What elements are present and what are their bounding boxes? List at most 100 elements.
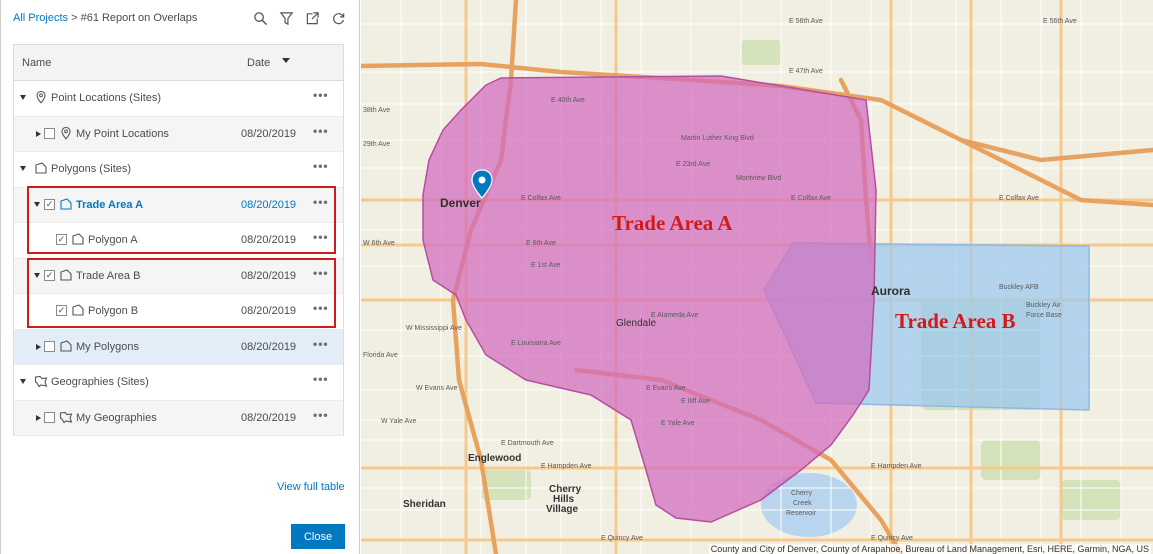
more-options-button[interactable]: ••• [313,124,329,138]
street-label: E 6th Ave [526,240,556,247]
column-header-name[interactable]: Name [22,57,51,69]
collapse-chevron-icon[interactable] [34,201,40,207]
expand-chevron-icon[interactable] [36,130,41,137]
view-full-table-link[interactable]: View full table [277,481,345,493]
row-date: 08/20/2019 [241,198,297,211]
layer-checkbox-checked[interactable]: ✓ [56,305,67,316]
street-label: 38th Ave [363,107,391,114]
street-label: W 6th Ave [363,240,395,247]
expand-chevron-icon[interactable] [36,343,41,350]
export-button[interactable] [303,9,321,27]
more-options-button[interactable]: ••• [313,230,329,244]
layer-checkbox-checked[interactable]: ✓ [44,198,55,210]
breadcrumb: All Projects > #61 Report on Overlaps [13,12,197,24]
table-row-polygon-b[interactable]: ✓ Polygon B 08/20/2019 ••• [14,294,343,330]
collapse-chevron-icon[interactable] [20,379,26,384]
more-options-button[interactable]: ••• [313,266,329,280]
trade-area-a-title: Trade Area A [612,211,733,235]
table-row-my-geographies[interactable]: My Geographies 08/20/2019 ••• [14,400,343,436]
breadcrumb-all-projects-link[interactable]: All Projects [13,12,68,24]
street-label: W Evans Ave [416,385,458,392]
close-button[interactable]: Close [291,524,345,549]
export-icon [306,11,319,24]
street-label: 29th Ave [363,141,391,148]
city-label-glendale: Glendale [616,318,657,329]
street-label: E 56th Ave [789,18,823,25]
polygon-icon [71,303,85,317]
city-label-denver: Denver [440,196,481,210]
layer-checkbox-checked[interactable]: ✓ [56,234,67,245]
more-options-button[interactable]: ••• [313,301,329,315]
more-options-button[interactable]: ••• [313,408,329,422]
table-row-geographies-group[interactable]: Geographies (Sites) ••• [14,365,343,401]
street-label: E 56th Ave [1043,18,1077,25]
more-options-button[interactable]: ••• [313,159,329,173]
column-header-date[interactable]: Date [247,57,270,69]
more-options-button[interactable]: ••• [313,372,329,386]
table-row-trade-area-b[interactable]: ✓ Trade Area B 08/20/2019 ••• [14,258,343,294]
reservoir-label: Cherry [791,490,813,497]
table-row-trade-area-a[interactable]: ✓ Trade Area A 08/20/2019 ••• [14,187,343,223]
street-label: E 40th Ave [551,97,585,104]
more-options-button[interactable]: ••• [313,337,329,351]
street-label: Florida Ave [363,352,398,359]
geography-icon [34,374,48,388]
more-options-button[interactable]: ••• [313,88,329,102]
refresh-button[interactable] [329,9,347,27]
search-icon [253,11,267,25]
table-row-my-polygons[interactable]: My Polygons 08/20/2019 ••• [14,329,343,365]
basemap [361,0,1153,554]
city-label-sheridan: Sheridan [403,499,446,510]
table-row-polygons-group[interactable]: Polygons (Sites) ••• [14,152,343,188]
collapse-chevron-icon[interactable] [20,166,26,171]
panel-toolbar [251,9,347,27]
polygon-icon [59,339,73,353]
sort-descending-icon[interactable] [282,58,290,63]
row-label: Polygon A [88,234,138,246]
street-label: E Iliff Ave [681,398,710,405]
refresh-icon [332,12,344,24]
street-label: E 1st Ave [531,262,561,269]
street-label: E Colfax Ave [521,195,561,202]
reservoir-label: Reservoir [786,510,816,517]
layer-checkbox[interactable] [44,411,55,423]
table-row-polygon-a[interactable]: ✓ Polygon A 08/20/2019 ••• [14,223,343,259]
expand-chevron-icon[interactable] [36,414,41,421]
street-label: E Yale Ave [661,420,695,427]
project-panel: All Projects > #61 Report on Overlaps Na… [0,0,360,554]
polygon-icon [34,161,48,175]
collapse-chevron-icon[interactable] [20,95,26,100]
filter-button[interactable] [277,9,295,27]
search-button[interactable] [251,9,269,27]
map-view[interactable]: E 56th Ave E 56th Ave E 47th Ave E 40th … [361,0,1153,554]
street-label: Martin Luther King Blvd [681,135,754,142]
city-label-englewood: Englewood [468,453,522,464]
table-row-my-point-locations[interactable]: My Point Locations 08/20/2019 ••• [14,116,343,152]
street-label: Montview Blvd [736,175,782,182]
table-row-point-locations-group[interactable]: Point Locations (Sites) ••• [14,81,343,117]
street-label: E Colfax Ave [999,195,1039,202]
layer-checkbox-checked[interactable]: ✓ [44,269,55,281]
table-header: Name Date [14,45,343,81]
map-pin-icon [34,90,48,104]
street-label: E Louisiana Ave [511,340,562,347]
city-label-aurora: Aurora [871,284,911,298]
row-label: My Point Locations [76,127,169,140]
place-label: Buckley AFB [999,284,1039,291]
layer-checkbox[interactable] [44,340,55,352]
collapse-chevron-icon[interactable] [34,272,40,278]
row-label: Trade Area B [76,269,141,282]
city-label-cherry-hills: Village [546,504,579,515]
row-label: My Polygons [76,340,139,353]
reservoir-label: Creek [793,500,812,507]
more-options-button[interactable]: ••• [313,195,329,209]
breadcrumb-separator: > [68,12,81,24]
street-label: E 47th Ave [789,68,823,75]
map-attribution: County and City of Denver, County of Ara… [708,544,1151,554]
row-date: 08/20/2019 [241,127,297,140]
street-label: E Dartmouth Ave [501,440,554,447]
project-table: Name Date Point Locations (Sites) ••• My… [13,44,344,436]
row-date: 08/20/2019 [241,340,297,353]
layer-checkbox[interactable] [44,127,55,139]
trade-area-b-title: Trade Area B [895,309,1016,333]
